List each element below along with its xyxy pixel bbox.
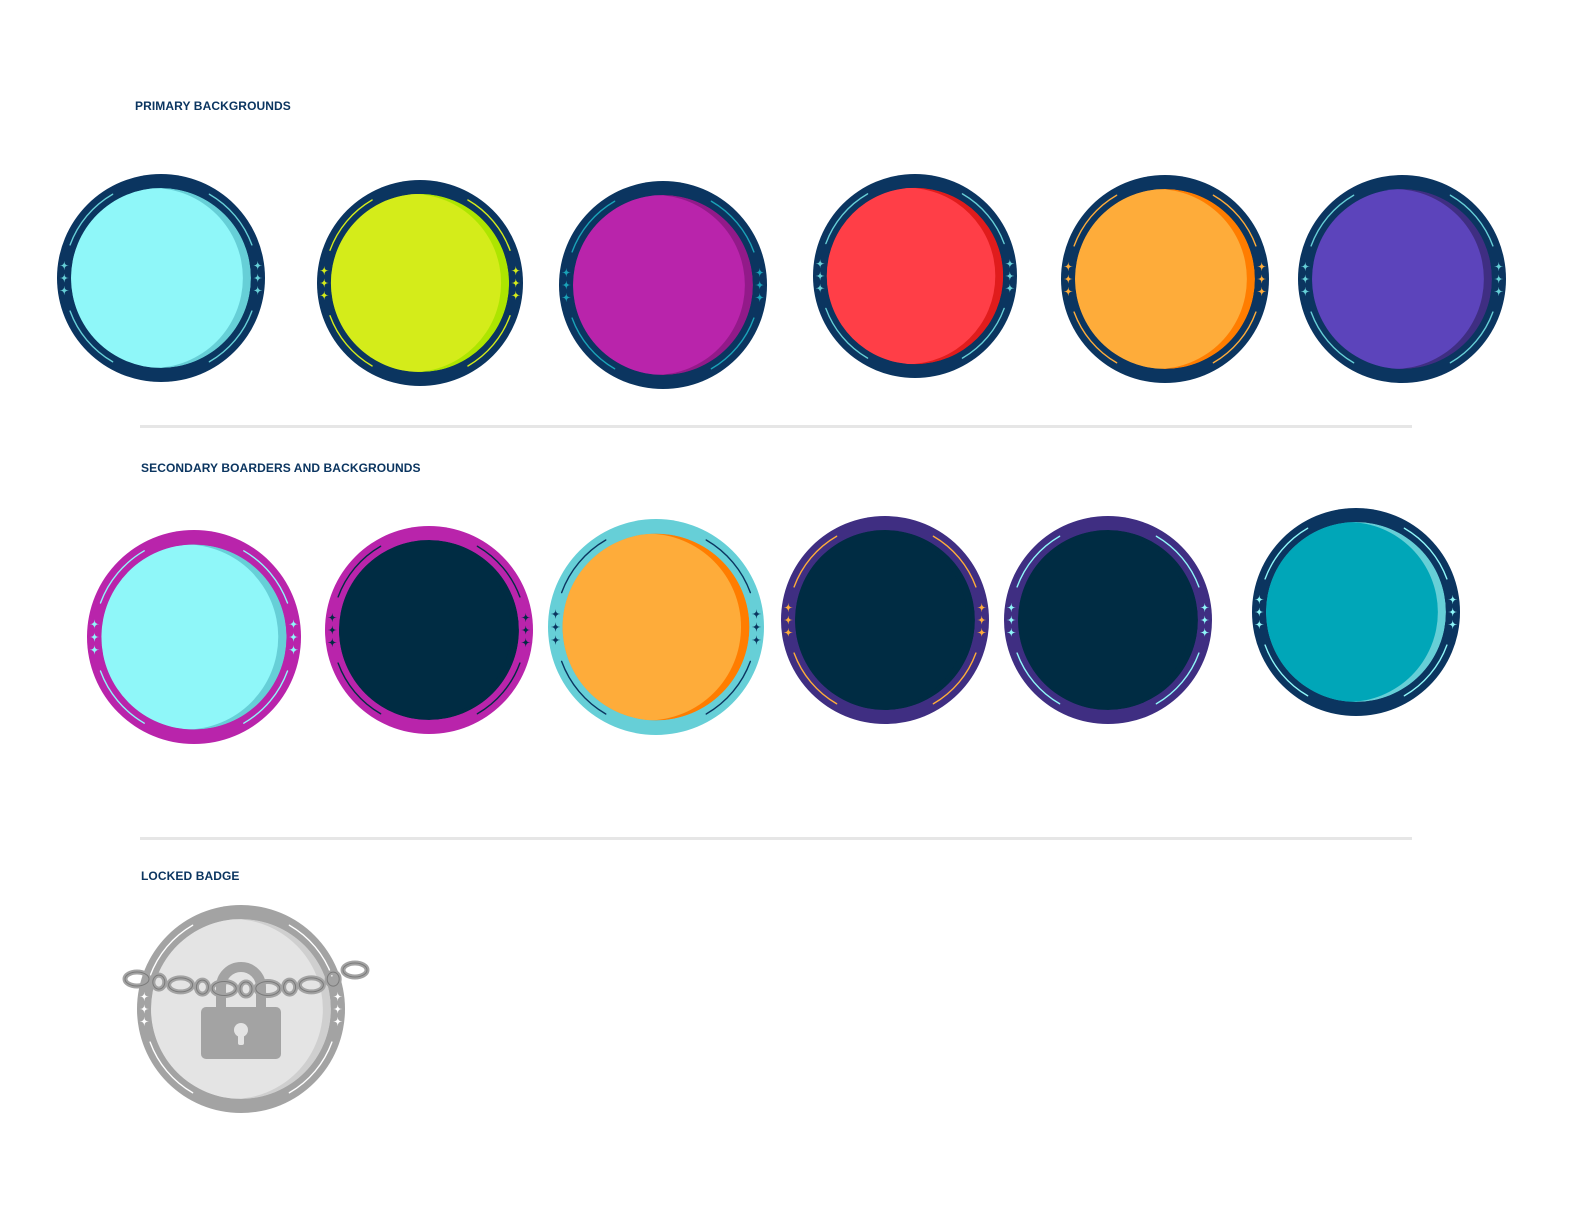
badge-navy-border-teal [1242,498,1470,726]
badge-magenta [549,171,777,399]
badge-navy-border-teal-graphic [1252,508,1460,716]
badge-lime [307,170,533,396]
secondary-backgrounds-title: SECONDARY BOARDERS AND BACKGROUNDS [141,461,421,475]
badge-red [803,164,1027,388]
badge-cyan-border-orange-graphic [548,519,764,735]
badge-locked-graphic [122,905,370,1113]
badge-cyan-graphic [57,174,265,382]
badge-magenta-graphic [559,181,767,389]
primary-backgrounds-title: PRIMARY BACKGROUNDS [135,99,291,113]
badge-purple-border-navy-cyan-graphic [1004,516,1212,724]
badge-lime-graphic [317,180,523,386]
badge-magenta-border-cyan-graphic [87,530,301,744]
badge-magenta-border-cyan [77,520,311,754]
secondary-divider [140,837,1412,840]
badge-orange-graphic [1061,175,1269,383]
badge-red-graphic [813,174,1017,378]
badge-purple [1288,165,1516,393]
badge-purple-border-navy-orange-graphic [781,516,989,724]
locked-badge-title: LOCKED BADGE [141,869,240,883]
keyhole-slot [238,1031,244,1045]
badge-purple-border-navy-cyan [994,506,1222,734]
badge-cyan [47,164,275,392]
badge-cyan-border-orange [538,509,774,745]
primary-divider [140,425,1412,428]
badge-orange [1051,165,1279,393]
badge-purple-border-navy-orange [771,506,999,734]
badge-purple-graphic [1298,175,1506,383]
badge-magenta-border-navy-graphic [325,526,533,734]
badge-locked [122,895,370,1123]
badge-magenta-border-navy [315,516,543,744]
